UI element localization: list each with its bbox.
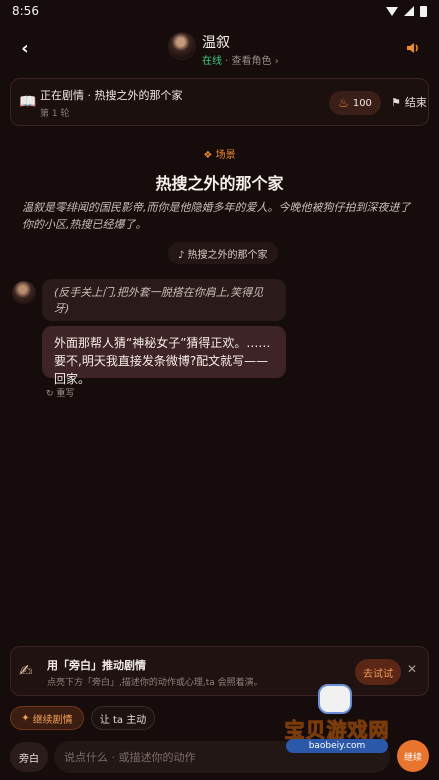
status-icons [386, 5, 427, 17]
music-chip[interactable]: ♪ 热搜之外的那个家 [168, 242, 278, 264]
book-icon: 📖 [19, 94, 37, 110]
writing-hand-icon: ✍ [19, 661, 33, 680]
speech-bubble: 外面那帮人猜“神秘女子”猜得正欢。……要不,明天我直接发条微博?配文就写——回家… [42, 326, 286, 386]
robot-mascot-icon [318, 684, 352, 714]
heat-badge[interactable]: ♨ 100 [329, 91, 381, 115]
close-icon[interactable]: ✕ [407, 662, 417, 676]
watermark-url: baobeiy.com [286, 739, 388, 753]
chat-header: ‹ 温叙 在线 · 查看角色 › [0, 28, 439, 70]
chevron-left-icon: ‹ [21, 37, 29, 59]
character-status: 在线 · 查看角色 › [202, 52, 279, 67]
view-role-link[interactable]: 查看角色 › [232, 56, 279, 67]
speaker-icon [407, 43, 418, 53]
battery-icon [420, 5, 427, 17]
continue-plot-chip[interactable]: ✦ 继续剧情 [10, 706, 84, 730]
aside-toggle-button[interactable]: 旁白 [10, 742, 48, 772]
flag-icon: ⚑ [391, 95, 401, 109]
sparkle-icon: ✦ [21, 712, 30, 724]
action-bubble: (反手关上门,把外套一脱搭在你肩上,笑得见牙) [42, 279, 286, 321]
status-time: 8:56 [12, 4, 39, 18]
scene-title: 热搜之外的那个家 [155, 174, 284, 193]
narration-tip-title: 用「旁白」推动剧情 [47, 659, 146, 672]
try-button[interactable]: 去试试 [355, 659, 401, 685]
scene-description: 温叙是零绯闻的国民影帝,而你是他隐婚多年的爱人。今晚他被狗仔拍到深夜进了你的小区… [22, 201, 411, 231]
let-ta-lead-chip[interactable]: 让 ta 主动 [91, 706, 155, 730]
back-button[interactable]: ‹ [14, 37, 36, 59]
plot-title: 正在剧情 · 热搜之外的那个家 [40, 89, 183, 102]
current-plot-card[interactable]: 📖 正在剧情 · 热搜之外的那个家 第 1 轮 ♨ 100 ⚑ 结束 [10, 78, 429, 126]
character-avatar[interactable] [168, 32, 196, 60]
scene-tag: ❖ 场景 [203, 150, 236, 161]
regenerate-button[interactable]: ↻ 重写 [46, 386, 74, 399]
continue-label: 继续剧情 [32, 714, 73, 726]
bowl-icon: ♨ [338, 96, 349, 110]
plot-round: 第 1 轮 [40, 109, 70, 119]
send-button[interactable]: 继续 [397, 740, 429, 772]
heat-value: 100 [352, 97, 372, 109]
message-avatar[interactable] [12, 281, 36, 305]
character-name: 温叙 [202, 35, 230, 51]
status-separator: · [222, 56, 232, 67]
signal-icon [404, 6, 414, 16]
end-label: 结束 [404, 96, 427, 109]
wifi-icon [386, 6, 398, 16]
status-bar: 8:56 [0, 0, 439, 22]
narration-tip-subtitle: 点亮下方「旁白」,描述你的动作或心理,ta 会照着演。 [47, 678, 263, 688]
sound-button[interactable] [402, 37, 424, 59]
watermark-logo: 宝贝游戏网 baobeiy.com [262, 684, 412, 754]
end-plot-button[interactable]: ⚑ 结束 [391, 94, 427, 110]
online-status: 在线 [202, 56, 222, 67]
